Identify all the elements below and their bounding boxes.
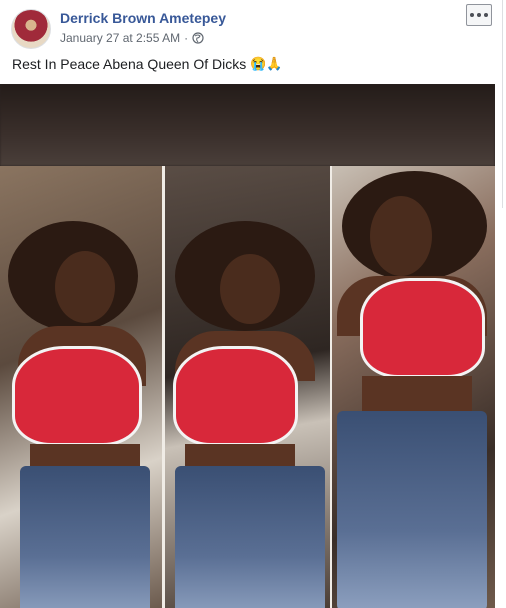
photo-panel-right [332,166,495,608]
photo-blurred-top [0,84,495,166]
face [55,251,115,323]
face [220,254,280,324]
more-options-dot [477,13,481,17]
more-options-icon [470,13,474,17]
red-top [360,278,485,378]
caption-emojis: 😭🙏 [250,56,283,71]
caption-text: Rest In Peace Abena Queen Of Dicks [12,56,247,72]
facebook-post: Derrick Brown Ametepey January 27 at 2:5… [0,0,506,608]
post-caption: Rest In Peace Abena Queen Of Dicks 😭🙏 [12,56,283,72]
photo-panel-left [0,166,162,608]
post-meta: January 27 at 2:55 AM · [60,31,204,45]
red-top [173,346,298,446]
photo-panel-middle [165,166,330,608]
post-photo[interactable] [0,84,495,608]
meta-separator: · [184,31,189,45]
jeans [20,466,150,608]
midriff [362,376,472,416]
face [370,196,432,276]
author-avatar[interactable] [11,9,51,49]
jeans [337,411,487,608]
author-name-link[interactable]: Derrick Brown Ametepey [60,10,226,26]
red-top [12,346,142,446]
jeans [175,466,325,608]
right-rail [495,0,506,608]
rail-divider [502,0,503,208]
post-timestamp[interactable]: January 27 at 2:55 AM [60,31,180,45]
more-options-dot [484,13,488,17]
more-options-button[interactable] [466,4,492,26]
globe-icon[interactable] [192,32,204,44]
